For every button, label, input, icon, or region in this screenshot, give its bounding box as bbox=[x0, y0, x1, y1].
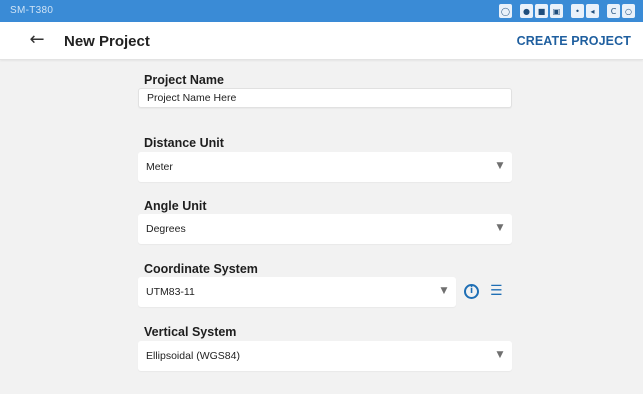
video-icon: ■ bbox=[535, 4, 548, 18]
project-name-value: Project Name Here bbox=[147, 92, 237, 104]
system-status-bar: SM-T380 ◯ ● ■ ▣ • ◂ C ○ bbox=[0, 0, 643, 22]
app-bar: ← New Project CREATE PROJECT bbox=[0, 22, 643, 60]
coordinate-system-select[interactable]: UTM83-11 ▼ bbox=[138, 277, 456, 307]
vertical-system-select[interactable]: Ellipsoidal (WGS84) ▼ bbox=[138, 341, 512, 371]
chevron-down-icon: ▼ bbox=[496, 161, 504, 171]
distance-unit-label: Distance Unit bbox=[144, 136, 224, 150]
coordinate-system-label: Coordinate System bbox=[144, 262, 258, 276]
globe-icon: ○ bbox=[622, 4, 635, 18]
info-icon[interactable]: i bbox=[464, 284, 479, 299]
status-icons: ◯ ● ■ ▣ • ◂ C ○ bbox=[499, 4, 635, 18]
record-icon: ● bbox=[520, 4, 533, 18]
list-icon[interactable]: ☰ bbox=[490, 284, 504, 298]
project-name-label: Project Name bbox=[144, 73, 224, 87]
vertical-system-label: Vertical System bbox=[144, 325, 237, 339]
distance-unit-value: Meter bbox=[146, 161, 173, 173]
angle-unit-value: Degrees bbox=[146, 223, 186, 235]
chevron-down-icon: ▼ bbox=[440, 286, 448, 296]
device-name: SM-T380 bbox=[10, 5, 54, 16]
arrow-left-icon[interactable]: ← bbox=[26, 29, 48, 51]
headset-icon: ◯ bbox=[499, 4, 512, 18]
vertical-system-value: Ellipsoidal (WGS84) bbox=[146, 350, 240, 362]
create-project-button[interactable]: CREATE PROJECT bbox=[517, 34, 631, 48]
signal-icon: • bbox=[571, 4, 584, 18]
angle-unit-label: Angle Unit bbox=[144, 199, 207, 213]
angle-unit-select[interactable]: Degrees ▼ bbox=[138, 214, 512, 244]
coordinate-system-value: UTM83-11 bbox=[146, 286, 195, 298]
page-title: New Project bbox=[64, 33, 150, 50]
distance-unit-select[interactable]: Meter ▼ bbox=[138, 152, 512, 182]
chevron-down-icon: ▼ bbox=[496, 223, 504, 233]
project-name-input[interactable]: Project Name Here bbox=[138, 88, 512, 108]
chevron-down-icon: ▼ bbox=[496, 350, 504, 360]
image-icon: ▣ bbox=[550, 4, 563, 18]
phone-icon: C bbox=[607, 4, 620, 18]
volume-icon: ◂ bbox=[586, 4, 599, 18]
